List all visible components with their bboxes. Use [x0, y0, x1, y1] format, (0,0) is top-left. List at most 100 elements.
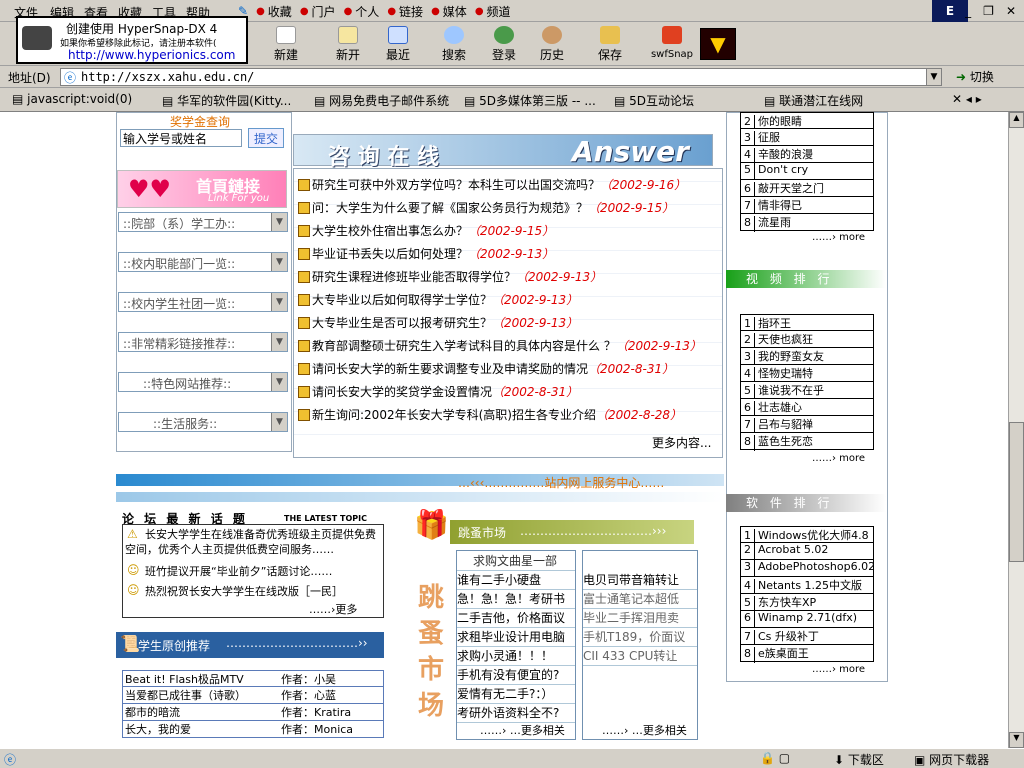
swfsnap-button[interactable]: swfSnap — [650, 26, 694, 60]
market-item[interactable]: 爱情有无二手?：） — [457, 685, 575, 704]
office-select[interactable]: ::校内职能部门一览:: ▼ — [118, 252, 288, 272]
scroll-up-icon[interactable]: ▲ — [1009, 112, 1024, 128]
student-search-input[interactable] — [120, 129, 242, 147]
qa-item[interactable]: 问：大学生为什么要了解《国家公务员行为规范》？（2002-9-15） — [298, 199, 674, 216]
forum-topic[interactable]: 热烈祝贺长安大学学生在线改版［一民］ — [145, 583, 343, 599]
rank-item[interactable]: 6 壮志雄心 — [740, 399, 874, 417]
link-item[interactable]: ● 链接 — [387, 2, 423, 20]
answer-more-link[interactable]: 更多内容... — [652, 434, 711, 451]
qa-item[interactable]: 研究生课程进修班毕业能否取得学位？（2002-9-13） — [298, 268, 602, 285]
rank-item[interactable]: 6 敲开天堂之门 — [740, 180, 874, 198]
market-item[interactable]: 手机T189，价面议 — [583, 628, 697, 647]
address-input[interactable]: http://xszx.xahu.edu.cn/ — [60, 68, 940, 86]
fav-item[interactable]: ▤ 华军的软件园(Kitty... — [162, 92, 291, 109]
rank-item[interactable]: 1 指环王 — [740, 314, 874, 333]
rank-item[interactable]: 4 Netants 1.25中文版 — [740, 577, 874, 595]
save-button[interactable]: 保存 — [590, 26, 630, 63]
software-more-link[interactable]: ……› more — [812, 664, 865, 675]
dept-select[interactable]: ::院部（系）学工办:: ▼ — [118, 212, 288, 232]
market-item[interactable]: 谁有二手小硬盘 — [457, 571, 575, 590]
forum-topic[interactable]: 长安大学学生在线准备奇优秀班级主页提供免费空间，优秀个人主页提供低费空间服务…… — [125, 527, 379, 557]
rank-item[interactable]: 7 吕布与貂禅 — [740, 416, 874, 434]
new-button[interactable]: 新建 — [266, 26, 306, 63]
forum-more-link[interactable]: ……›更多 — [309, 601, 357, 617]
fav-item[interactable]: ▤ 5D互动论坛 — [614, 92, 694, 109]
recent-button[interactable]: 最近 — [378, 26, 418, 63]
rank-item[interactable]: 5 谁说我不在乎 — [740, 382, 874, 400]
link-item[interactable]: ● 频道 — [475, 2, 511, 20]
market-more-link[interactable]: ……› …更多相关 — [602, 722, 687, 738]
fav-item[interactable]: ▤ 5D多媒体第三版 -- ... — [464, 92, 596, 109]
feature-select[interactable]: ::特色网站推荐:: ▼ — [118, 372, 288, 392]
market-item[interactable]: 求购小灵通！！！ — [457, 647, 575, 666]
article-row[interactable]: 长大，我的爱 作者：Monica — [122, 721, 384, 738]
page-downloader[interactable]: ▣ 网页下载器 — [914, 751, 989, 768]
rank-item[interactable]: 8 流星雨 — [740, 214, 874, 232]
market-item[interactable]: 电贝司带音箱转让 — [583, 571, 697, 590]
video-more-link[interactable]: ……› more — [812, 453, 865, 464]
rank-item[interactable]: 7 Cs 升级补丁 — [740, 628, 874, 646]
music-more-link[interactable]: ……› more — [812, 232, 865, 243]
restore-icon[interactable]: ❐ — [983, 4, 994, 18]
rank-item[interactable]: 3 我的野蛮女友 — [740, 348, 874, 366]
article-row[interactable]: 都市的暗流 作者：Kratira — [122, 704, 384, 721]
minimize-icon[interactable]: _ — [965, 4, 971, 18]
rank-item[interactable]: 5 Don't cry — [740, 163, 874, 180]
qa-item[interactable]: 大专毕业以后如何取得学士学位？（2002-9-13） — [298, 291, 578, 308]
fav-item[interactable]: ▤ 网易免费电子邮件系统 — [314, 92, 449, 109]
close-icon[interactable]: ✕ — [1006, 4, 1016, 18]
rank-item[interactable]: 8 e族桌面王 — [740, 645, 874, 663]
rank-item[interactable]: 6 Winamp 2.71(dfx) — [740, 611, 874, 628]
market-item[interactable]: 求购文曲星一部 — [457, 552, 575, 571]
rank-item[interactable]: 2 你的眼睛 — [740, 112, 874, 131]
rank-item[interactable]: 3 征服 — [740, 129, 874, 147]
rank-item[interactable]: 5 东方快车XP — [740, 594, 874, 612]
address-dropdown-icon[interactable]: ▼ — [926, 68, 942, 86]
rank-item[interactable]: 1 Windows优化大师4.8 — [740, 526, 874, 545]
rank-item[interactable]: 2 天使也疯狂 — [740, 331, 874, 349]
scroll-down-icon[interactable]: ▼ — [1009, 732, 1024, 748]
download-arrows-icon[interactable]: ▼ — [700, 28, 736, 60]
link-item[interactable]: ● 门户 — [300, 2, 336, 20]
market-item[interactable]: 毕业二手挥泪甩卖 — [583, 609, 697, 628]
fav-item[interactable]: ▤ javascript:void(0) — [12, 92, 132, 106]
club-select[interactable]: ::校内学生社团一览:: ▼ — [118, 292, 288, 312]
life-select[interactable]: ::生活服务:: ▼ — [118, 412, 288, 432]
forum-topic[interactable]: 班竹提议开展“毕业前夕”话题讨论…… — [145, 563, 332, 579]
market-item[interactable]: CII 433 CPU转让 — [583, 647, 697, 666]
fav-close-icon[interactable]: ✕ ◂ ▸ — [952, 92, 982, 106]
download-area[interactable]: ⬇ 下载区 — [834, 751, 884, 768]
link-item[interactable]: ● 收藏 — [256, 2, 292, 20]
qa-item[interactable]: 毕业证书丢失以后如何处理？（2002-9-13） — [298, 245, 554, 262]
qa-item[interactable]: 新生询问:2002年长安大学专科(高职)招生各专业介绍（2002-8-28） — [298, 406, 682, 423]
vertical-scrollbar[interactable]: ▲ ▼ — [1008, 112, 1024, 748]
market-item[interactable]: 考研外语资料全不? — [457, 704, 575, 723]
qa-item[interactable]: 教育部调整硕士研究生入学考试科目的具体内容是什么 ？（2002-9-13） — [298, 337, 702, 354]
go-button[interactable]: ➜ 切换 — [956, 68, 994, 85]
market-item[interactable]: 手机有没有便宜的? — [457, 666, 575, 685]
qa-item[interactable]: 请问长安大学的新生要求调整专业及申请奖励的情况（2002-8-31） — [298, 360, 674, 377]
scroll-thumb[interactable] — [1009, 422, 1024, 562]
rank-item[interactable]: 4 怪物史瑞特 — [740, 365, 874, 383]
recommend-select[interactable]: ::非常精彩链接推荐:: ▼ — [118, 332, 288, 352]
rank-item[interactable]: 2 Acrobat 5.02 — [740, 543, 874, 560]
rank-item[interactable]: 4 辛酸的浪漫 — [740, 146, 874, 164]
market-item[interactable]: 二手吉他，价格面议 — [457, 609, 575, 628]
article-row[interactable]: 当爱都已成往事（诗歌） 作者：心蓝 — [122, 687, 384, 704]
link-item[interactable]: ● 媒体 — [431, 2, 467, 20]
search-button[interactable]: 搜索 — [434, 26, 474, 63]
fav-item[interactable]: ▤ 联通潜江在线网 — [764, 92, 863, 109]
link-item[interactable]: ● 个人 — [344, 2, 380, 20]
qa-item[interactable]: 研究生可获中外双方学位吗？本科生可以出国交流吗？（2002-9-16） — [298, 176, 686, 193]
open-button[interactable]: 新开 — [328, 26, 368, 63]
history-button[interactable]: 历史 — [532, 26, 572, 63]
link-banner[interactable]: ♥♥ 首頁鏈接 Link For you — [117, 170, 287, 208]
rank-item[interactable]: 3 AdobePhotoshop6.02 — [740, 560, 875, 577]
market-more-link[interactable]: ……› …更多相关 — [480, 722, 565, 738]
market-item[interactable]: 求租毕业设计用电脑 — [457, 628, 575, 647]
market-item[interactable]: 富士通笔记本超低 — [583, 590, 697, 609]
market-item[interactable]: 急！急！急！考研书 — [457, 590, 575, 609]
login-button[interactable]: 登录 — [484, 26, 524, 63]
qa-item[interactable]: 大学生校外住宿出事怎么办？（2002-9-15） — [298, 222, 554, 239]
rank-item[interactable]: 7 情非得已 — [740, 197, 874, 215]
